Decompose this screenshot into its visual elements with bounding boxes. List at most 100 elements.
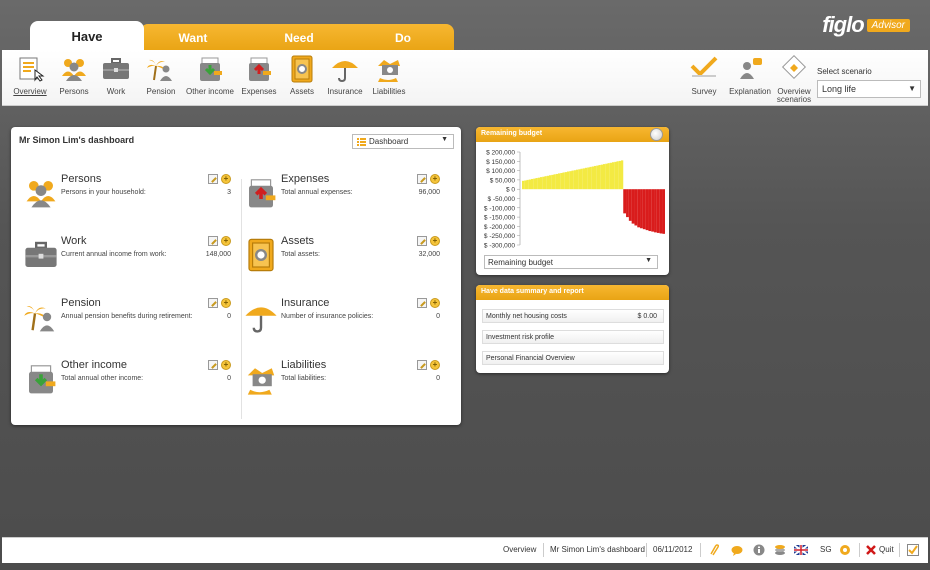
- bar-positive: [616, 161, 619, 190]
- bar-positive: [522, 180, 525, 190]
- coins-icon[interactable]: [773, 543, 787, 557]
- edit-icon[interactable]: [417, 174, 427, 184]
- app-window: Want Need Do Have figlo Advisor Overview…: [0, 0, 930, 570]
- pension-icon: [21, 297, 61, 337]
- card-pension: Pension Annual pension benefits during r…: [21, 297, 231, 347]
- bar-positive: [555, 173, 558, 190]
- toolbar-insurance[interactable]: Insurance: [326, 54, 364, 104]
- checkbox-icon[interactable]: [906, 543, 920, 557]
- bar-positive: [585, 167, 588, 190]
- tab-have-label: Have: [71, 28, 103, 44]
- card-work-desc: Current annual income from work:: [61, 251, 167, 258]
- dashboard-view-select[interactable]: Dashboard ▼: [352, 134, 454, 149]
- add-icon[interactable]: +: [430, 298, 440, 308]
- bar-positive: [609, 162, 612, 190]
- settings-icon[interactable]: [838, 543, 852, 557]
- toolbar-persons[interactable]: Persons: [54, 54, 94, 104]
- paperclip-icon[interactable]: [708, 543, 722, 557]
- card-insurance-desc: Number of insurance policies:: [281, 313, 374, 320]
- toolbar-explanation[interactable]: Explanation: [728, 54, 772, 104]
- bar-positive: [614, 161, 617, 190]
- tab-want[interactable]: Want: [140, 24, 246, 51]
- toolbar-other-income[interactable]: Other income: [184, 54, 236, 104]
- add-icon[interactable]: +: [430, 236, 440, 246]
- chat-icon[interactable]: [730, 543, 744, 557]
- toolbar-overview-scenarios-label: Overview scenarios: [777, 88, 811, 104]
- add-icon[interactable]: +: [430, 174, 440, 184]
- card-other-income: Other income Total annual other income: …: [21, 359, 231, 409]
- toolbar-survey[interactable]: Survey: [686, 54, 722, 104]
- card-pension-desc: Annual pension benefits during retiremen…: [61, 313, 193, 320]
- card-assets-desc: Total assets:: [281, 251, 320, 258]
- briefcase-icon: [101, 54, 131, 84]
- add-icon[interactable]: +: [221, 174, 231, 184]
- toolbar-pension[interactable]: Pension: [142, 54, 180, 104]
- scenario-select[interactable]: Long life ▼: [817, 80, 921, 98]
- bar-negative: [631, 189, 635, 224]
- budget-chart-select[interactable]: Remaining budget ▼: [484, 255, 658, 269]
- liabilities-icon: [241, 359, 281, 399]
- summary-housing-label: Monthly net housing costs: [486, 313, 567, 320]
- toolbar-persons-label: Persons: [59, 87, 89, 96]
- edit-icon[interactable]: [417, 360, 427, 370]
- edit-icon[interactable]: [417, 298, 427, 308]
- info-icon[interactable]: [752, 543, 766, 557]
- summary-overview-label: Personal Financial Overview: [486, 355, 575, 362]
- edit-icon[interactable]: [417, 236, 427, 246]
- add-icon[interactable]: +: [430, 360, 440, 370]
- status-client: Mr Simon Lim's dashboard: [550, 545, 645, 554]
- add-icon[interactable]: +: [221, 360, 231, 370]
- status-country[interactable]: SG: [820, 545, 832, 554]
- explanation-icon: [735, 54, 765, 84]
- expenses-icon: [241, 173, 281, 213]
- toolbar-work[interactable]: Work: [98, 54, 134, 104]
- y-tick-label: $ 150,000: [486, 159, 515, 166]
- edit-icon[interactable]: [208, 174, 218, 184]
- chevron-down-icon: ▼: [645, 257, 652, 264]
- y-tick-label: $ 50,000: [490, 177, 516, 184]
- card-persons-name: Persons: [61, 173, 102, 185]
- bar-positive: [573, 170, 576, 190]
- toolbar-assets-label: Assets: [289, 87, 314, 96]
- bar-positive: [553, 174, 556, 190]
- bar-negative: [634, 189, 638, 226]
- toolbar-work-label: Work: [106, 87, 126, 96]
- tab-need[interactable]: Need: [246, 24, 352, 51]
- quit-button[interactable]: [864, 543, 878, 557]
- bar-negative: [656, 189, 660, 233]
- edit-icon[interactable]: [208, 236, 218, 246]
- bar-positive: [535, 178, 538, 190]
- quit-label[interactable]: Quit: [879, 545, 894, 554]
- status-date: 06/11/2012: [653, 545, 693, 554]
- dashboard-select-value: Dashboard: [369, 137, 409, 146]
- scenario-select-value: Long life: [822, 84, 857, 94]
- edit-icon[interactable]: [208, 298, 218, 308]
- toolbar-liabilities-label: Liabilities: [372, 87, 406, 96]
- add-icon[interactable]: +: [221, 298, 231, 308]
- tab-have[interactable]: Have: [30, 21, 144, 51]
- status-bar: Overview Mr Simon Lim's dashboard 06/11/…: [2, 537, 928, 563]
- toolbar-assets[interactable]: Assets: [286, 54, 318, 104]
- card-other-income-name: Other income: [61, 359, 128, 371]
- summary-financial-overview[interactable]: Personal Financial Overview: [482, 351, 664, 365]
- uk-flag-icon[interactable]: [794, 543, 808, 557]
- edit-icon[interactable]: [208, 360, 218, 370]
- toolbar-liabilities[interactable]: Liabilities: [368, 54, 410, 104]
- magnify-icon[interactable]: [650, 128, 663, 141]
- tab-do-label: Do: [395, 30, 411, 45]
- summary-risk-profile[interactable]: Investment risk profile: [482, 330, 664, 344]
- bar-negative: [623, 189, 627, 214]
- toolbar-survey-label: Survey: [691, 87, 717, 96]
- toolbar-overview[interactable]: Overview: [10, 54, 50, 104]
- y-tick-label: $ -150,000: [484, 215, 515, 222]
- summary-housing-costs[interactable]: Monthly net housing costs $ 0.00: [482, 309, 664, 323]
- toolbar-expenses[interactable]: Expenses: [240, 54, 278, 104]
- add-icon[interactable]: +: [221, 236, 231, 246]
- scenarios-label-line2: scenarios: [776, 95, 812, 104]
- bar-negative: [626, 189, 629, 218]
- card-work-value: 148,000: [205, 251, 231, 258]
- bar-positive: [596, 165, 599, 190]
- toolbar-overview-scenarios[interactable]: Overview scenarios: [776, 54, 812, 104]
- remaining-budget-title: Remaining budget: [476, 127, 669, 142]
- tab-do[interactable]: Do: [352, 24, 454, 51]
